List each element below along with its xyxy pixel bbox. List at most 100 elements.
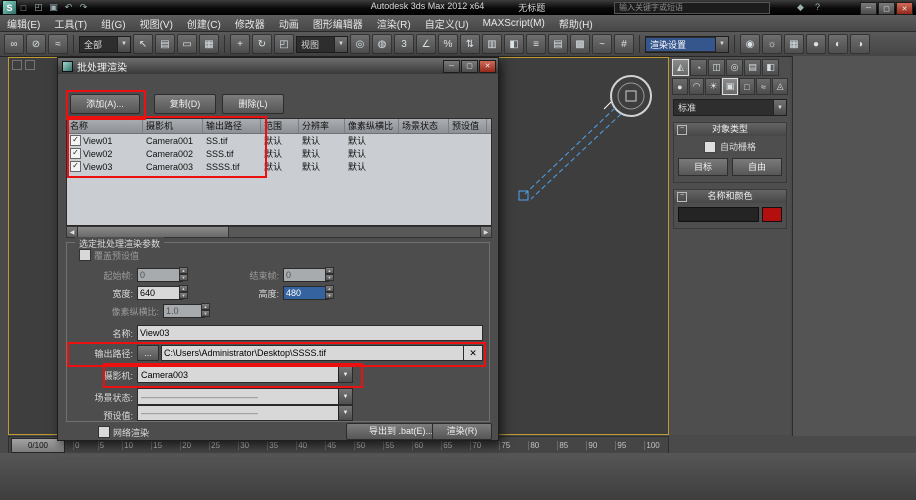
layer-manager-icon[interactable]: ▤ xyxy=(548,34,568,54)
category-space-warps-icon[interactable]: ≈ xyxy=(756,78,772,95)
preset-dropdown[interactable]: ————————————— ▼ xyxy=(137,405,353,421)
free-camera-button[interactable]: 自由 xyxy=(732,158,782,176)
new-file-icon[interactable]: □ xyxy=(17,2,30,14)
scene-state-dropdown[interactable]: ————————————— ▼ xyxy=(137,388,353,405)
menu-item[interactable]: 工具(T) xyxy=(47,16,94,31)
camera-dropdown[interactable]: Camera003 ▼ xyxy=(137,366,353,383)
select-object-icon[interactable]: ↖ xyxy=(133,34,153,54)
table-row[interactable]: ✓View01Camera001SS.tif默认默认默认 xyxy=(67,134,491,147)
render-button[interactable]: 渲染(R) xyxy=(432,423,492,440)
unlink-selection-icon[interactable]: ⊘ xyxy=(26,34,46,54)
select-and-link-icon[interactable]: ∞ xyxy=(4,34,24,54)
clear-path-button[interactable]: ✕ xyxy=(463,345,483,361)
save-icon[interactable]: ▣ xyxy=(47,2,60,14)
render-setup-icon[interactable]: ☼ xyxy=(762,34,782,54)
chevron-down-icon[interactable]: ▼ xyxy=(117,37,130,52)
dialog-title-bar[interactable]: 批处理渲染 ─▢✕ xyxy=(58,58,498,74)
render-production-icon[interactable]: ● xyxy=(806,34,826,54)
close-button[interactable]: ✕ xyxy=(896,2,913,15)
select-and-move-icon[interactable]: + xyxy=(230,34,250,54)
target-camera-button[interactable]: 目标 xyxy=(678,158,728,176)
object-type-rollout-header[interactable]: − 对象类型 xyxy=(674,123,786,136)
chevron-down-icon[interactable]: ▼ xyxy=(715,37,728,52)
column-header[interactable]: 分辨率 xyxy=(299,119,345,133)
chevron-down-icon[interactable]: ▼ xyxy=(338,367,352,382)
viewport-layout-icon[interactable] xyxy=(25,60,35,70)
column-header[interactable]: 预设值 xyxy=(449,119,487,133)
window-crossing-icon[interactable]: ▦ xyxy=(199,34,219,54)
open-file-icon[interactable]: ◰ xyxy=(32,2,45,14)
object-color-swatch[interactable] xyxy=(762,207,782,222)
browse-button[interactable]: ... xyxy=(137,345,159,361)
menu-item[interactable]: 创建(C) xyxy=(180,16,228,31)
snap-toggle-icon[interactable]: 3 xyxy=(394,34,414,54)
percent-snap-icon[interactable]: % xyxy=(438,34,458,54)
row-checkbox[interactable]: ✓ xyxy=(70,161,81,172)
menu-item[interactable]: 渲染(R) xyxy=(370,16,418,31)
curve-editor-icon[interactable]: ~ xyxy=(592,34,612,54)
render-preset-dropdown[interactable]: 渲染设置 ▼ xyxy=(645,36,729,53)
redo-icon[interactable]: ↷ xyxy=(77,2,90,14)
select-and-scale-icon[interactable]: ◰ xyxy=(274,34,294,54)
column-header[interactable]: 范围 xyxy=(261,119,299,133)
select-by-name-icon[interactable]: ▤ xyxy=(155,34,175,54)
column-header[interactable]: 名称 xyxy=(67,119,143,133)
schematic-view-icon[interactable]: # xyxy=(614,34,634,54)
dialog-minimize-button[interactable]: ─ xyxy=(443,60,460,73)
tab-utilities[interactable]: ◧ xyxy=(762,59,779,76)
start-frame-spinner[interactable]: ▲▼ xyxy=(179,267,188,281)
row-checkbox[interactable]: ✓ xyxy=(70,148,81,159)
autogrid-checkbox[interactable] xyxy=(704,141,716,153)
end-frame-spinner[interactable]: ▲▼ xyxy=(325,267,334,281)
menu-item[interactable]: 修改器 xyxy=(228,16,272,31)
material-editor-icon[interactable]: ◉ xyxy=(740,34,760,54)
category-shapes-icon[interactable]: ◠ xyxy=(689,78,705,95)
selection-filter-dropdown[interactable]: 全部 ▼ xyxy=(79,36,131,53)
category-cameras-icon[interactable]: ▣ xyxy=(722,78,738,95)
coordinate-system-dropdown[interactable]: 视图 ▼ xyxy=(296,36,348,53)
chevron-down-icon[interactable]: ▼ xyxy=(773,100,786,115)
edit-named-selection-icon[interactable]: ▥ xyxy=(482,34,502,54)
menu-item[interactable]: 组(G) xyxy=(94,16,132,31)
menu-item[interactable]: 帮助(H) xyxy=(552,16,600,31)
ribbon-toggle-icon[interactable]: ▩ xyxy=(570,34,590,54)
chevron-down-icon[interactable]: ▼ xyxy=(338,389,352,404)
menu-item[interactable]: 视图(V) xyxy=(133,16,180,31)
add-button[interactable]: 添加(A)... xyxy=(70,94,140,114)
tab-motion[interactable]: ◎ xyxy=(726,59,743,76)
menu-item[interactable]: 自定义(U) xyxy=(418,16,476,31)
pixel-aspect-spinner[interactable]: ▲▼ xyxy=(201,303,210,317)
dialog-close-button[interactable]: ✕ xyxy=(479,60,496,73)
app-logo[interactable]: S xyxy=(2,0,17,15)
tab-create[interactable]: ◭ xyxy=(672,59,689,76)
use-pivot-point-icon[interactable]: ◎ xyxy=(350,34,370,54)
tab-display[interactable]: ▤ xyxy=(744,59,761,76)
mirror-icon[interactable]: ◧ xyxy=(504,34,524,54)
menu-item[interactable]: 编辑(E) xyxy=(0,16,47,31)
column-header[interactable]: 摄影机 xyxy=(143,119,203,133)
menu-item[interactable]: 图形编辑器 xyxy=(306,16,370,31)
duplicate-button[interactable]: 复制(D) xyxy=(154,94,216,114)
column-header[interactable]: 像素纵横比 xyxy=(345,119,399,133)
override-preset-checkbox[interactable] xyxy=(79,249,91,261)
viewport-layout-icon[interactable] xyxy=(12,60,22,70)
align-icon[interactable]: ≡ xyxy=(526,34,546,54)
maximize-button[interactable]: ▢ xyxy=(878,2,895,15)
undo-icon[interactable]: ↶ xyxy=(62,2,75,14)
info-icon[interactable]: ? xyxy=(811,1,824,13)
start-frame-field[interactable]: 0 xyxy=(137,268,183,282)
select-and-manipulate-icon[interactable]: ◍ xyxy=(372,34,392,54)
object-name-input[interactable] xyxy=(678,207,759,222)
category-lights-icon[interactable]: ☀ xyxy=(705,78,721,95)
width-spinner[interactable]: ▲▼ xyxy=(179,285,188,299)
height-field[interactable]: 480 xyxy=(283,286,329,300)
name-color-rollout-header[interactable]: − 名称和颜色 xyxy=(674,190,786,203)
column-header[interactable]: 场景状态 xyxy=(399,119,449,133)
tab-modify[interactable]: ◔ xyxy=(690,59,707,76)
delete-button[interactable]: 删除(L) xyxy=(222,94,284,114)
minimize-button[interactable]: ─ xyxy=(860,2,877,15)
column-header[interactable]: 输出路径 xyxy=(203,119,261,133)
search-input[interactable]: 输入关键字或短语 xyxy=(614,2,770,14)
camera-gizmo-outer[interactable] xyxy=(611,76,651,116)
quick-render-icon[interactable]: ◑ xyxy=(850,34,870,54)
